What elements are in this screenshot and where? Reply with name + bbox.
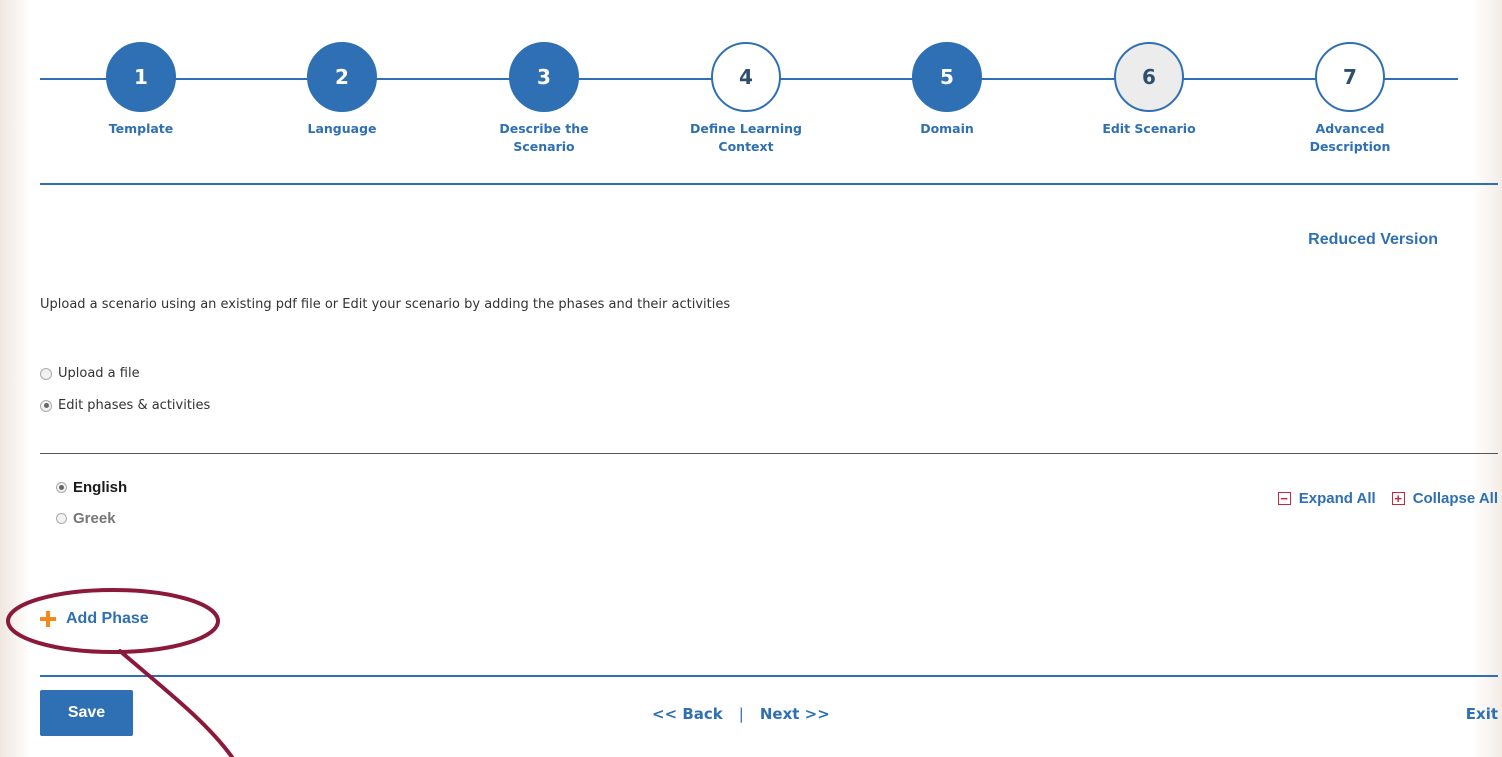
footer-divider — [40, 675, 1498, 677]
save-button[interactable]: Save — [40, 690, 133, 736]
next-link[interactable]: Next >> — [760, 705, 830, 723]
expand-all-button[interactable]: − Expand All — [1277, 490, 1376, 507]
reduced-version-link[interactable]: Reduced Version — [1308, 231, 1438, 249]
collapse-all-button[interactable]: + Collapse All — [1391, 490, 1498, 507]
step-domain[interactable]: 5 Domain — [872, 42, 1022, 138]
wizard-stepper: 1 Template 2 Language 3 Describe the Sce… — [40, 30, 1498, 185]
radio-button[interactable] — [56, 513, 67, 524]
nav-separator: | — [738, 705, 744, 723]
add-phase-label[interactable]: Add Phase — [66, 610, 149, 628]
step-number-circle[interactable]: 3 — [509, 42, 579, 112]
language-label: English — [73, 479, 128, 496]
minus-box-icon[interactable]: − — [1277, 492, 1291, 505]
step-number-circle[interactable]: 4 — [711, 42, 781, 112]
step-number-circle[interactable]: 5 — [912, 42, 982, 112]
language-option-english[interactable]: English — [56, 479, 127, 496]
wizard-divider — [40, 183, 1498, 185]
radio-button[interactable] — [56, 482, 67, 493]
language-option-greek[interactable]: Greek — [56, 510, 116, 527]
step-edit-scenario[interactable]: 6 Edit Scenario — [1074, 42, 1224, 138]
edit-phases-label: Edit phases & activities — [58, 398, 211, 413]
edit-phases-option[interactable]: Edit phases & activities — [40, 398, 210, 413]
step-language[interactable]: 2 Language — [267, 42, 417, 138]
language-label: Greek — [73, 510, 116, 527]
add-phase-button[interactable]: Add Phase — [40, 610, 149, 628]
step-define-learning-context[interactable]: 4 Define Learning Context — [671, 42, 821, 156]
step-label[interactable]: Domain — [872, 120, 1022, 138]
intro-text: Upload a scenario using an existing pdf … — [40, 297, 731, 312]
step-label[interactable]: Advanced Description — [1275, 120, 1425, 156]
exit-link[interactable]: Exit — [1466, 705, 1498, 723]
back-link[interactable]: << Back — [652, 705, 723, 723]
step-describe-the-scenario[interactable]: 3 Describe the Scenario — [469, 42, 619, 156]
upload-file-label: Upload a file — [58, 366, 140, 381]
expand-all-label[interactable]: Expand All — [1299, 490, 1376, 507]
plus-box-icon[interactable]: + — [1391, 492, 1405, 505]
step-label[interactable]: Edit Scenario — [1074, 120, 1224, 138]
wizard-navigation: << Back | Next >> — [652, 705, 830, 723]
step-template[interactable]: 1 Template — [66, 42, 216, 138]
step-number-circle[interactable]: 1 — [106, 42, 176, 112]
step-number-circle[interactable]: 7 — [1315, 42, 1385, 112]
radio-button[interactable] — [40, 399, 52, 412]
radio-button[interactable] — [40, 367, 52, 380]
step-label[interactable]: Describe the Scenario — [469, 120, 619, 156]
step-advanced-description[interactable]: 7 Advanced Description — [1275, 42, 1425, 156]
step-label[interactable]: Language — [267, 120, 417, 138]
upload-file-option[interactable]: Upload a file — [40, 366, 140, 381]
step-number-circle[interactable]: 6 — [1114, 42, 1184, 112]
expand-collapse-controls: − Expand All + Collapse All — [1277, 490, 1498, 507]
plus-icon[interactable] — [40, 611, 56, 627]
step-label[interactable]: Define Learning Context — [671, 120, 821, 156]
step-number-circle[interactable]: 2 — [307, 42, 377, 112]
scenario-editor-panel: 1 Template 2 Language 3 Describe the Sce… — [40, 0, 1498, 757]
collapse-all-label[interactable]: Collapse All — [1413, 490, 1498, 507]
step-label[interactable]: Template — [66, 120, 216, 138]
section-divider — [40, 453, 1498, 454]
